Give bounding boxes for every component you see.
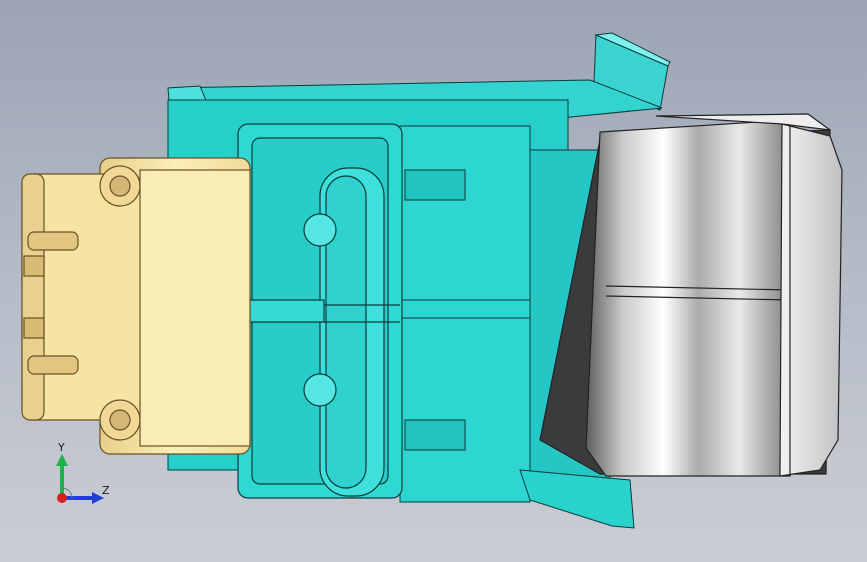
z-axis-arrow [62,492,104,504]
connector-plug[interactable] [21,157,251,455]
housing-front-frame[interactable] [237,123,403,499]
y-axis-label: Y [58,441,65,454]
x-axis-dot [57,493,67,503]
z-axis-label: Z [102,484,110,497]
housing-bottom-bracket[interactable] [519,469,635,529]
y-axis-arrow [56,454,68,498]
cad-model[interactable] [0,0,867,562]
cad-viewport[interactable]: Y Z [0,0,867,562]
